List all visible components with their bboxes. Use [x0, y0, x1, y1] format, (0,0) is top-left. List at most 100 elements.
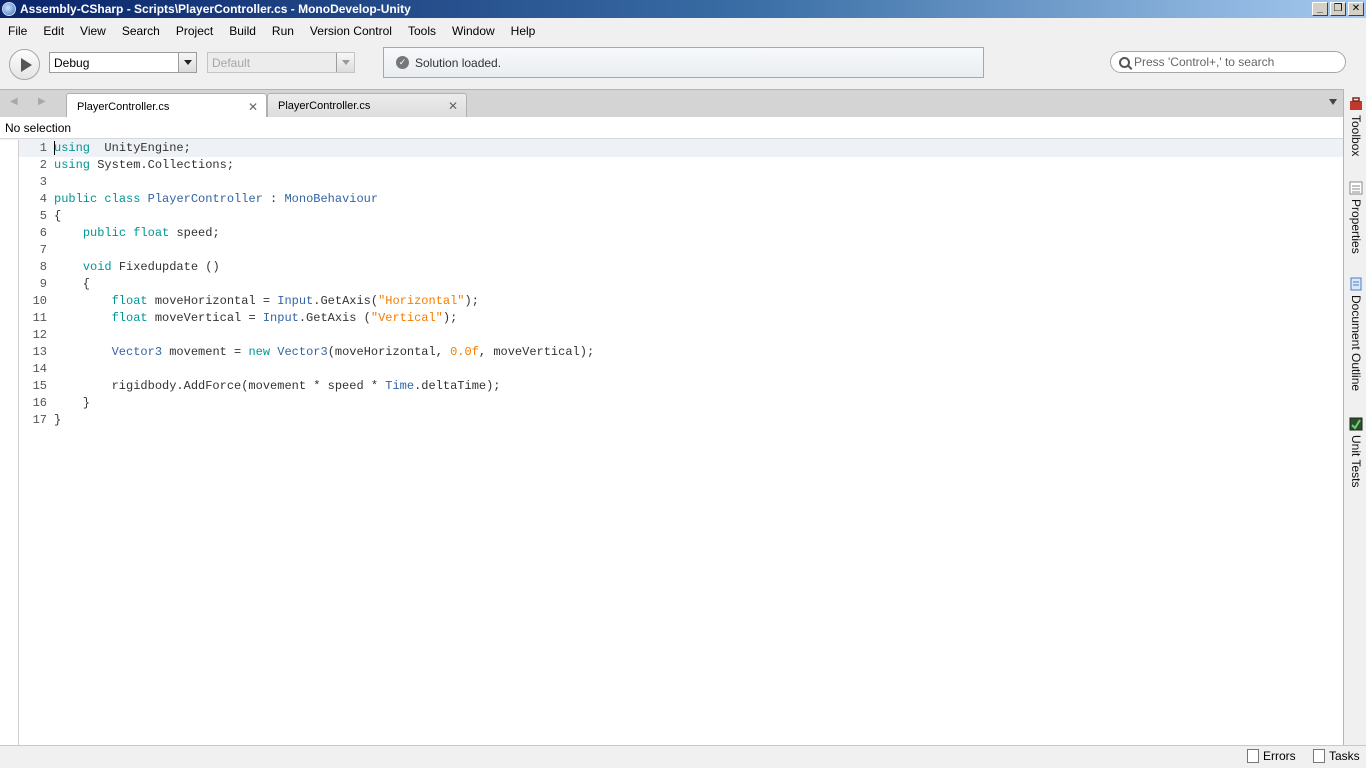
- minimize-icon[interactable]: _: [1312, 2, 1328, 16]
- code-token: , moveVertical);: [478, 345, 595, 359]
- code-line[interactable]: 17}: [19, 412, 1343, 429]
- code-text[interactable]: public float speed;: [47, 225, 220, 242]
- code-text[interactable]: {: [47, 208, 61, 225]
- menu-window[interactable]: Window: [444, 21, 503, 41]
- code-line[interactable]: 4 public class PlayerController : MonoBeh…: [19, 191, 1343, 208]
- code-token: );: [442, 311, 458, 325]
- code-token: {: [54, 209, 62, 223]
- code-text[interactable]: using System.Collections;: [47, 157, 234, 174]
- document-tab-bar: ◀ ▶ PlayerController.cs ✕ PlayerControll…: [0, 89, 1343, 119]
- menu-run[interactable]: Run: [264, 21, 302, 41]
- dock-toolbox[interactable]: Toolbox: [1346, 97, 1366, 156]
- close-icon[interactable]: ✕: [448, 99, 458, 113]
- menu-search[interactable]: Search: [114, 21, 168, 41]
- tab-playercontroller-2[interactable]: PlayerController.cs ✕: [267, 93, 467, 118]
- code-text[interactable]: rigidbody.AddForce(movement * speed * Ti…: [47, 378, 501, 395]
- dock-unit-tests[interactable]: Unit Tests: [1346, 417, 1366, 487]
- nav-forward-icon[interactable]: ▶: [38, 96, 46, 107]
- code-line[interactable]: 9 {: [19, 276, 1343, 293]
- code-token: public: [82, 226, 127, 240]
- code-lines[interactable]: 1 using UnityEngine; 2 using System.Collect…: [19, 140, 1343, 429]
- code-token: Fixedupdate (): [111, 260, 220, 274]
- code-line[interactable]: 10 float moveHorizontal = Input.GetAxis(…: [19, 293, 1343, 310]
- code-line[interactable]: 6 public float speed;: [19, 225, 1343, 242]
- dock-label: Properties: [1349, 199, 1363, 254]
- code-text[interactable]: Vector3 movement = new Vector3(moveHoriz…: [47, 344, 595, 361]
- menu-edit[interactable]: Edit: [35, 21, 72, 41]
- menu-view[interactable]: View: [72, 21, 114, 41]
- code-line[interactable]: 3: [19, 174, 1343, 191]
- properties-icon: [1349, 181, 1363, 195]
- search-box[interactable]: [1110, 51, 1346, 73]
- status-panel: ✓ Solution loaded.: [383, 47, 984, 78]
- code-token: class: [104, 192, 141, 206]
- errors-button[interactable]: Errors: [1247, 749, 1296, 763]
- line-number: 11: [32, 311, 47, 325]
- dock-label: Unit Tests: [1349, 435, 1363, 488]
- tab-label: PlayerController.cs: [77, 100, 170, 113]
- tab-list-dropdown-icon[interactable]: [1329, 99, 1337, 105]
- code-text[interactable]: [47, 174, 54, 191]
- line-number: 7: [39, 243, 47, 257]
- code-line[interactable]: 12: [19, 327, 1343, 344]
- breadcrumb[interactable]: No selection: [0, 117, 1343, 139]
- code-text[interactable]: public class PlayerController : MonoBeha…: [47, 191, 378, 208]
- code-text[interactable]: }: [47, 412, 61, 429]
- chevron-down-icon[interactable]: [178, 53, 196, 72]
- target-select: Default: [207, 52, 355, 73]
- code-token: new: [248, 345, 271, 359]
- status-message: Solution loaded.: [415, 55, 502, 70]
- nav-back-icon[interactable]: ◀: [10, 96, 18, 107]
- menu-file[interactable]: File: [0, 21, 35, 41]
- code-line[interactable]: 13 Vector3 movement = new Vector3(moveHo…: [19, 344, 1343, 361]
- code-text[interactable]: float moveVertical = Input.GetAxis ("Ver…: [47, 310, 458, 327]
- code-line[interactable]: 8 void Fixedupdate (): [19, 259, 1343, 276]
- line-number: 9: [39, 277, 47, 291]
- dock-properties[interactable]: Properties: [1346, 181, 1366, 254]
- dock-label: Toolbox: [1349, 115, 1363, 157]
- code-text[interactable]: float moveHorizontal = Input.GetAxis("Ho…: [47, 293, 479, 310]
- code-text[interactable]: [47, 361, 54, 378]
- menu-project[interactable]: Project: [168, 21, 221, 41]
- close-icon[interactable]: ✕: [248, 100, 258, 114]
- menu-tools[interactable]: Tools: [400, 21, 444, 41]
- code-line[interactable]: 11 float moveVertical = Input.GetAxis ("…: [19, 310, 1343, 327]
- code-token: }: [54, 413, 62, 427]
- code-text[interactable]: using UnityEngine;: [47, 140, 191, 157]
- run-button[interactable]: [9, 49, 40, 80]
- menu-help[interactable]: Help: [503, 21, 544, 41]
- code-text[interactable]: {: [47, 276, 90, 293]
- code-line[interactable]: 16 }: [19, 395, 1343, 412]
- code-line[interactable]: 14: [19, 361, 1343, 378]
- configuration-select[interactable]: Debug: [49, 52, 197, 73]
- code-token: using: [54, 158, 91, 172]
- dock-document-outline[interactable]: Document Outline: [1346, 277, 1366, 391]
- code-token: Vector3: [111, 345, 163, 359]
- menu-version-control[interactable]: Version Control: [302, 21, 400, 41]
- code-line[interactable]: 5{: [19, 208, 1343, 225]
- document-outline-icon: [1350, 277, 1362, 291]
- code-token: rigidbody.AddForce(movement * speed *: [54, 379, 386, 393]
- code-text[interactable]: [47, 327, 54, 344]
- code-line[interactable]: 1 using UnityEngine;: [19, 140, 1343, 157]
- menu-build[interactable]: Build: [221, 21, 264, 41]
- code-text[interactable]: }: [47, 395, 90, 412]
- line-number: 8: [39, 260, 47, 274]
- line-number: 13: [32, 345, 47, 359]
- restore-icon[interactable]: ❐: [1330, 2, 1346, 16]
- tasks-button[interactable]: Tasks: [1313, 749, 1360, 763]
- code-line[interactable]: 15 rigidbody.AddForce(movement * speed *…: [19, 378, 1343, 395]
- code-token: 0.0f: [450, 345, 479, 359]
- code-line[interactable]: 7: [19, 242, 1343, 259]
- code-text[interactable]: [47, 242, 54, 259]
- tab-playercontroller-1[interactable]: PlayerController.cs ✕: [66, 93, 267, 119]
- code-editor[interactable]: 1 using UnityEngine; 2 using System.Collect…: [0, 140, 1343, 745]
- monodevelop-logo-icon: [2, 2, 16, 16]
- code-text[interactable]: void Fixedupdate (): [47, 259, 220, 276]
- search-input[interactable]: [1134, 55, 1334, 69]
- close-icon[interactable]: ✕: [1348, 2, 1364, 16]
- code-line[interactable]: 2 using System.Collections;: [19, 157, 1343, 174]
- code-token: Vector3: [277, 345, 328, 359]
